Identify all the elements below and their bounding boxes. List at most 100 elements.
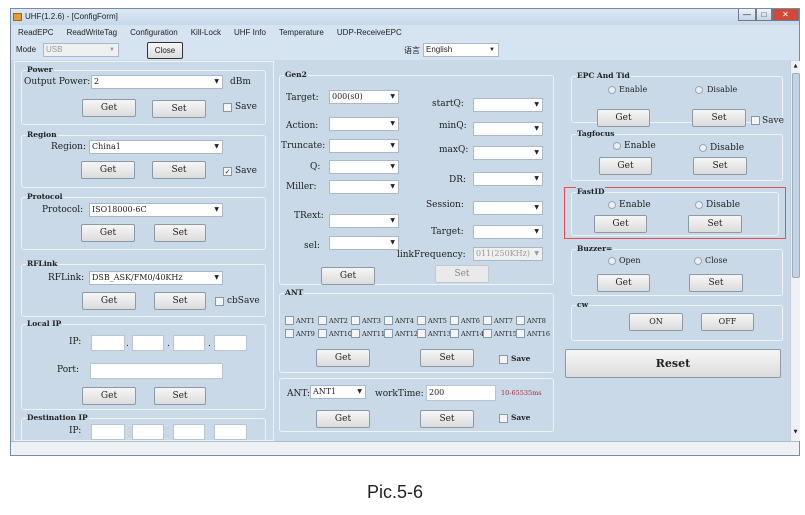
menu-udp-receiveepc[interactable]: UDP-ReceiveEPC: [337, 28, 402, 37]
output-power-select[interactable]: 2 ▼: [91, 75, 223, 89]
rflink-select[interactable]: DSB_ASK/FM0/40KHz ▼: [89, 271, 223, 285]
region-set-button[interactable]: Set: [152, 161, 206, 179]
local-ip-octet-2[interactable]: [132, 335, 164, 351]
cw-off-button[interactable]: OFF: [701, 313, 754, 331]
maxq-select[interactable]: ▼: [473, 146, 543, 160]
reset-button[interactable]: Reset: [565, 349, 781, 378]
ant-checkbox-10[interactable]: [318, 329, 327, 338]
gen2-get-button[interactable]: Get: [321, 267, 375, 285]
mode-select[interactable]: USB ▼: [43, 43, 119, 57]
protocol-set-button[interactable]: Set: [154, 224, 206, 242]
dest-ip-octet-2[interactable]: [132, 424, 164, 440]
target-select[interactable]: 000(s0) ▼: [329, 90, 399, 104]
local-ip-octet-4[interactable]: [214, 335, 247, 351]
buzzer-set-button[interactable]: Set: [689, 274, 743, 292]
menu-readepc[interactable]: ReadEPC: [18, 28, 54, 37]
ant-checkbox-14[interactable]: [450, 329, 459, 338]
region-select[interactable]: China1 ▼: [89, 140, 223, 154]
ant-checkbox-15[interactable]: [483, 329, 492, 338]
ant-checkbox-1[interactable]: [285, 316, 294, 325]
sel-select[interactable]: ▼: [329, 236, 399, 250]
region-get-button[interactable]: Get: [81, 161, 135, 179]
ant-save-checkbox[interactable]: [499, 355, 508, 364]
ant-checkbox-6[interactable]: [450, 316, 459, 325]
fastid-get-button[interactable]: Get: [594, 215, 647, 233]
ant-checkbox-11[interactable]: [351, 329, 360, 338]
cw-on-button[interactable]: ON: [629, 313, 683, 331]
scroll-up-icon[interactable]: ▲: [792, 63, 799, 71]
rflink-save-checkbox[interactable]: [215, 297, 224, 306]
session-select[interactable]: ▼: [473, 201, 543, 215]
rflink-set-button[interactable]: Set: [154, 292, 206, 310]
ant-checkbox-16[interactable]: [516, 329, 525, 338]
power-set-button[interactable]: Set: [152, 100, 206, 118]
ant-checkbox-3[interactable]: [351, 316, 360, 325]
ant-set-button[interactable]: Set: [420, 349, 474, 367]
ant-checkbox-9[interactable]: [285, 329, 294, 338]
tagfocus-disable-radio[interactable]: [699, 144, 707, 152]
gen2-set-button[interactable]: Set: [435, 265, 489, 283]
local-ip-get-button[interactable]: Get: [82, 387, 136, 405]
close-window-button[interactable]: ✕: [772, 9, 799, 21]
worktime-set-button[interactable]: Set: [420, 410, 474, 428]
ant-checkbox-12[interactable]: [384, 329, 393, 338]
power-save-checkbox[interactable]: [223, 103, 232, 112]
ant-checkbox-2[interactable]: [318, 316, 327, 325]
protocol-select[interactable]: ISO18000-6C ▼: [89, 203, 223, 217]
fastid-disable-radio[interactable]: [695, 201, 703, 209]
ant-checkbox-7[interactable]: [483, 316, 492, 325]
menu-temperature[interactable]: Temperature: [279, 28, 324, 37]
dest-ip-octet-3[interactable]: [173, 424, 205, 440]
epc-tid-enable-radio[interactable]: [608, 86, 616, 94]
tagfocus-enable-radio[interactable]: [613, 142, 621, 150]
menu-readwritetag[interactable]: ReadWriteTag: [67, 28, 118, 37]
epc-tid-get-button[interactable]: Get: [597, 109, 650, 127]
vertical-scrollbar[interactable]: ▲ ▼: [790, 61, 800, 441]
ant-get-button[interactable]: Get: [316, 349, 370, 367]
scroll-down-icon[interactable]: ▼: [792, 429, 799, 437]
scrollbar-thumb[interactable]: [792, 73, 800, 278]
ant-checkbox-13[interactable]: [417, 329, 426, 338]
truncate-select[interactable]: ▼: [329, 139, 399, 153]
epc-tid-disable-radio[interactable]: [695, 86, 703, 94]
local-ip-set-button[interactable]: Set: [154, 387, 206, 405]
dr-select[interactable]: ▼: [473, 172, 543, 186]
menu-kill-lock[interactable]: Kill-Lock: [191, 28, 221, 37]
worktime-save-checkbox[interactable]: [499, 414, 508, 423]
language-select[interactable]: English ▼: [423, 43, 499, 57]
buzzer-get-button[interactable]: Get: [597, 274, 650, 292]
buzzer-open-radio[interactable]: [608, 257, 616, 265]
local-port-input[interactable]: [90, 363, 223, 379]
dest-ip-octet-4[interactable]: [214, 424, 247, 440]
target2-select[interactable]: ▼: [473, 225, 543, 239]
dest-ip-octet-1[interactable]: [91, 424, 125, 440]
worktime-ant-select[interactable]: ANT1 ▼: [310, 385, 366, 399]
menu-uhf-info[interactable]: UHF Info: [234, 28, 266, 37]
close-button[interactable]: Close: [147, 42, 183, 59]
ant-checkbox-5[interactable]: [417, 316, 426, 325]
minq-select[interactable]: ▼: [473, 122, 543, 136]
local-ip-octet-1[interactable]: [91, 335, 125, 351]
fastid-enable-radio[interactable]: [608, 201, 616, 209]
action-select[interactable]: ▼: [329, 117, 399, 131]
trext-select[interactable]: ▼: [329, 214, 399, 228]
region-save-checkbox[interactable]: ✓: [223, 167, 232, 176]
epc-tid-set-button[interactable]: Set: [692, 109, 746, 127]
q-select[interactable]: ▼: [329, 160, 399, 174]
maximize-button[interactable]: □: [756, 9, 772, 21]
worktime-input[interactable]: 200: [426, 385, 496, 401]
power-get-button[interactable]: Get: [82, 99, 136, 117]
protocol-get-button[interactable]: Get: [81, 224, 135, 242]
miller-select[interactable]: ▼: [329, 180, 399, 194]
rflink-get-button[interactable]: Get: [82, 292, 136, 310]
worktime-get-button[interactable]: Get: [316, 410, 370, 428]
startq-select[interactable]: ▼: [473, 98, 543, 112]
local-ip-octet-3[interactable]: [173, 335, 205, 351]
ant-checkbox-8[interactable]: [516, 316, 525, 325]
minimize-button[interactable]: —: [738, 9, 756, 21]
link-frequency-select[interactable]: 011(250KHz) ▼: [473, 247, 543, 261]
epc-tid-save-checkbox[interactable]: [751, 116, 760, 125]
tagfocus-set-button[interactable]: Set: [693, 157, 747, 175]
buzzer-close-radio[interactable]: [694, 257, 702, 265]
tagfocus-get-button[interactable]: Get: [599, 157, 652, 175]
